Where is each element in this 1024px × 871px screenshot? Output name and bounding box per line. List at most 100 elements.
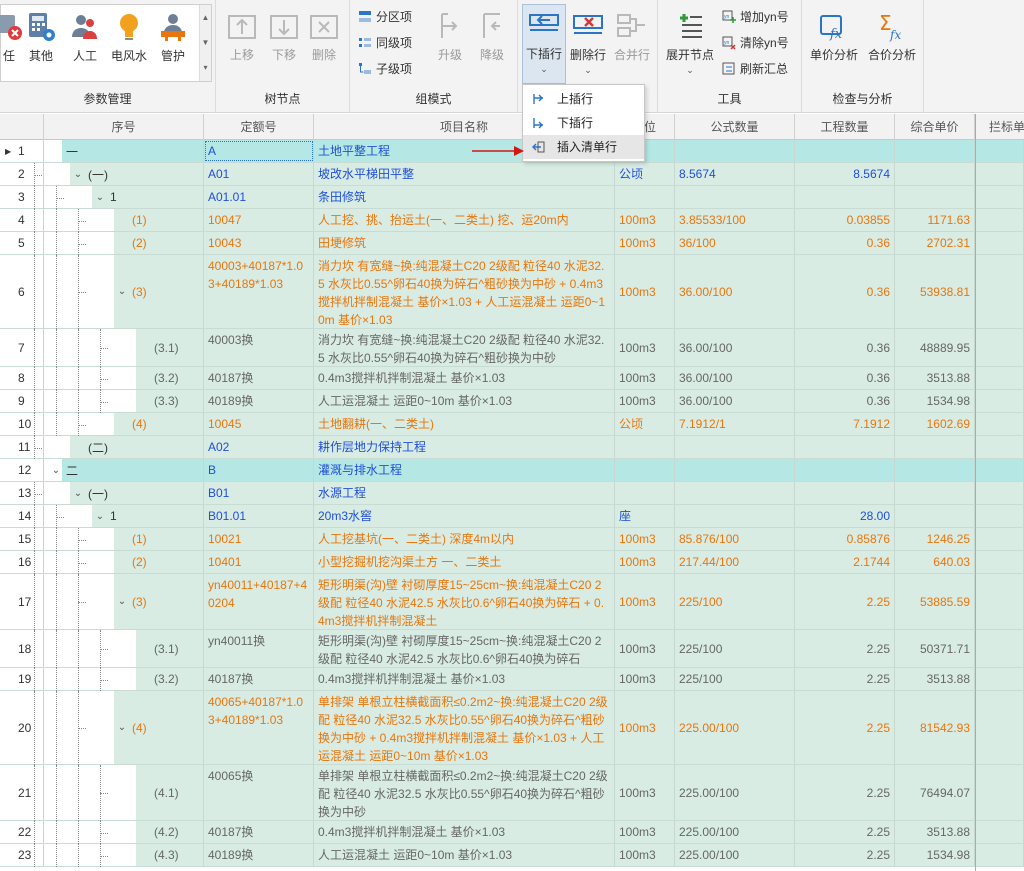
param-btn-power[interactable]: 电风水 [109, 7, 149, 81]
bid-price-cell[interactable] [975, 505, 1024, 527]
unit-price-cell[interactable]: 3513.88 [895, 367, 975, 389]
unit-price-cell[interactable] [895, 459, 975, 481]
name-cell[interactable]: 人工运混凝土 运距0~10m 基价×1.03 [314, 844, 615, 866]
param-btn-labor[interactable]: 人工 [65, 7, 105, 81]
code-cell[interactable]: 40065+40187*1.03+40189*1.03 [204, 691, 314, 764]
param-scrollbar[interactable]: ▲ ▼ ▾ [199, 5, 211, 81]
row-number[interactable]: 19 [0, 668, 44, 690]
code-cell[interactable]: 40187换 [204, 668, 314, 690]
table-row[interactable]: 22 (4.2) 40187换 0.4m3搅拌机拌制混凝土 基价×1.03 100m3 2… [0, 821, 1024, 844]
formula-qty-cell[interactable]: 36.00/100 [675, 329, 795, 366]
formula-qty-cell[interactable] [675, 459, 795, 481]
seq-cell[interactable]: ⌄ (3) [116, 574, 147, 629]
qty-cell[interactable]: 0.36 [795, 255, 895, 328]
table-row[interactable]: 7 (3.1) 40003换 消力坎 有宽缝~换:纯混凝土C20 2级配 粒径40 水… [0, 329, 1024, 367]
chevron-down-icon[interactable]: ⌄ [116, 286, 128, 297]
chevron-down-icon[interactable]: ⌄ [116, 596, 128, 607]
code-cell[interactable]: 10401 [204, 551, 314, 573]
table-row[interactable]: 20 ⌄ (4) 40065+40187*1.03+40189*1.03 单排架 单根立… [0, 691, 1024, 765]
seq-cell[interactable]: ⌄ (4) [116, 691, 147, 764]
seq-cell[interactable]: (二) [72, 436, 108, 458]
seq-cell[interactable]: ⌄ (3) [116, 255, 147, 328]
qty-cell[interactable]: 2.25 [795, 691, 895, 764]
bid-price-cell[interactable] [975, 436, 1024, 458]
unit-cell[interactable]: 100m3 [615, 574, 675, 629]
unit-cell[interactable]: 100m3 [615, 390, 675, 412]
header-unit-price[interactable]: 综合单价 [895, 114, 975, 140]
formula-qty-cell[interactable] [675, 140, 795, 162]
table-row[interactable]: 17 ⌄ (3) yn40011+40187+40204 矩形明渠(沟)壁 衬砌厚度15… [0, 574, 1024, 630]
unit-cell[interactable]: 公顷 [615, 163, 675, 185]
unit-price-cell[interactable]: 76494.07 [895, 765, 975, 820]
row-number[interactable]: 9 [0, 390, 44, 412]
name-cell[interactable]: 0.4m3搅拌机拌制混凝土 基价×1.03 [314, 367, 615, 389]
formula-qty-cell[interactable] [675, 436, 795, 458]
unit-price-cell[interactable]: 50371.71 [895, 630, 975, 667]
formula-qty-cell[interactable] [675, 505, 795, 527]
formula-qty-cell[interactable]: 36.00/100 [675, 367, 795, 389]
table-row[interactable]: 6 ⌄ (3) 40003+40187*1.03+40189*1.03 消力坎 有宽缝~… [0, 255, 1024, 329]
bid-price-cell[interactable] [975, 821, 1024, 843]
unit-price-cell[interactable]: 1534.98 [895, 390, 975, 412]
qty-cell[interactable]: 0.03855 [795, 209, 895, 231]
row-number[interactable]: 5 [0, 232, 44, 254]
seq-cell[interactable]: (1) [116, 528, 147, 550]
merge-row-button[interactable]: 合并行 [612, 6, 652, 80]
seq-cell[interactable]: 一 [50, 140, 78, 162]
seq-cell[interactable]: (4.2) [138, 821, 179, 843]
bid-price-cell[interactable] [975, 390, 1024, 412]
table-row[interactable]: 11 (二) A02 耕作层地力保持工程 [0, 436, 1024, 459]
row-number[interactable]: 20 [0, 691, 44, 764]
upgrade-button[interactable]: 升级 [430, 6, 470, 80]
code-cell[interactable]: A [204, 140, 314, 162]
unit-price-cell[interactable]: 1171.63 [895, 209, 975, 231]
chevron-down-icon[interactable]: ⌄ [664, 65, 716, 76]
unit-cell[interactable]: 100m3 [615, 844, 675, 866]
unit-price-cell[interactable]: 1534.98 [895, 844, 975, 866]
formula-qty-cell[interactable]: 225.00/100 [675, 821, 795, 843]
unit-price-cell[interactable]: 48889.95 [895, 329, 975, 366]
bid-price-cell[interactable] [975, 209, 1024, 231]
code-cell[interactable]: A01 [204, 163, 314, 185]
name-cell[interactable]: 0.4m3搅拌机拌制混凝土 基价×1.03 [314, 668, 615, 690]
bid-price-cell[interactable] [975, 668, 1024, 690]
unit-cell[interactable]: 100m3 [615, 765, 675, 820]
bid-price-cell[interactable] [975, 367, 1024, 389]
code-cell[interactable]: B [204, 459, 314, 481]
unit-price-cell[interactable]: 3513.88 [895, 668, 975, 690]
bid-price-cell[interactable] [975, 163, 1024, 185]
unit-price-cell[interactable]: 1602.69 [895, 413, 975, 435]
formula-qty-cell[interactable]: 7.1912/1 [675, 413, 795, 435]
unit-price-cell[interactable]: 81542.93 [895, 691, 975, 764]
code-cell[interactable]: B01.01 [204, 505, 314, 527]
name-cell[interactable]: 人工挖、挑、抬运土(一、二类土) 挖、运20m内 [314, 209, 615, 231]
name-cell[interactable]: 单排架 单根立柱横截面积≤0.2m2~换:纯混凝土C20 2级配 粒径40 水泥… [314, 691, 615, 764]
bid-price-cell[interactable] [975, 691, 1024, 764]
delete-node-button[interactable]: 删除 [304, 6, 344, 80]
name-cell[interactable]: 小型挖掘机挖沟渠土方 一、二类土 [314, 551, 615, 573]
code-cell[interactable]: 10045 [204, 413, 314, 435]
qty-cell[interactable] [795, 140, 895, 162]
row-number[interactable]: ▶ 1 [0, 140, 44, 162]
seq-cell[interactable]: (1) [116, 209, 147, 231]
row-number[interactable]: 21 [0, 765, 44, 820]
row-number[interactable]: 18 [0, 630, 44, 667]
bid-price-cell[interactable] [975, 140, 1024, 162]
seq-cell[interactable]: (2) [116, 232, 147, 254]
insert-row-below-button[interactable]: 下插行 ⌄ [522, 4, 566, 84]
row-number[interactable]: 10 [0, 413, 44, 435]
seq-cell[interactable]: ⌄ (一) [72, 163, 108, 185]
sibling-item-button[interactable]: 同级项 [358, 32, 412, 54]
code-cell[interactable]: yn40011换 [204, 630, 314, 667]
formula-qty-cell[interactable] [675, 482, 795, 504]
child-item-button[interactable]: 子级项 [358, 58, 412, 80]
name-cell[interactable]: 人工挖基坑(一、二类土) 深度4m以内 [314, 528, 615, 550]
code-cell[interactable]: 40003换 [204, 329, 314, 366]
code-cell[interactable]: B01 [204, 482, 314, 504]
formula-qty-cell[interactable] [675, 186, 795, 208]
table-row[interactable]: 18 (3.1) yn40011换 矩形明渠(沟)壁 衬砌厚度15~25cm~换:纯混… [0, 630, 1024, 668]
table-row[interactable]: 19 (3.2) 40187换 0.4m3搅拌机拌制混凝土 基价×1.03 100m3 2… [0, 668, 1024, 691]
chevron-down-icon[interactable]: ⌄ [72, 488, 84, 499]
unit-cell[interactable]: 100m3 [615, 255, 675, 328]
unit-price-cell[interactable]: 2702.31 [895, 232, 975, 254]
